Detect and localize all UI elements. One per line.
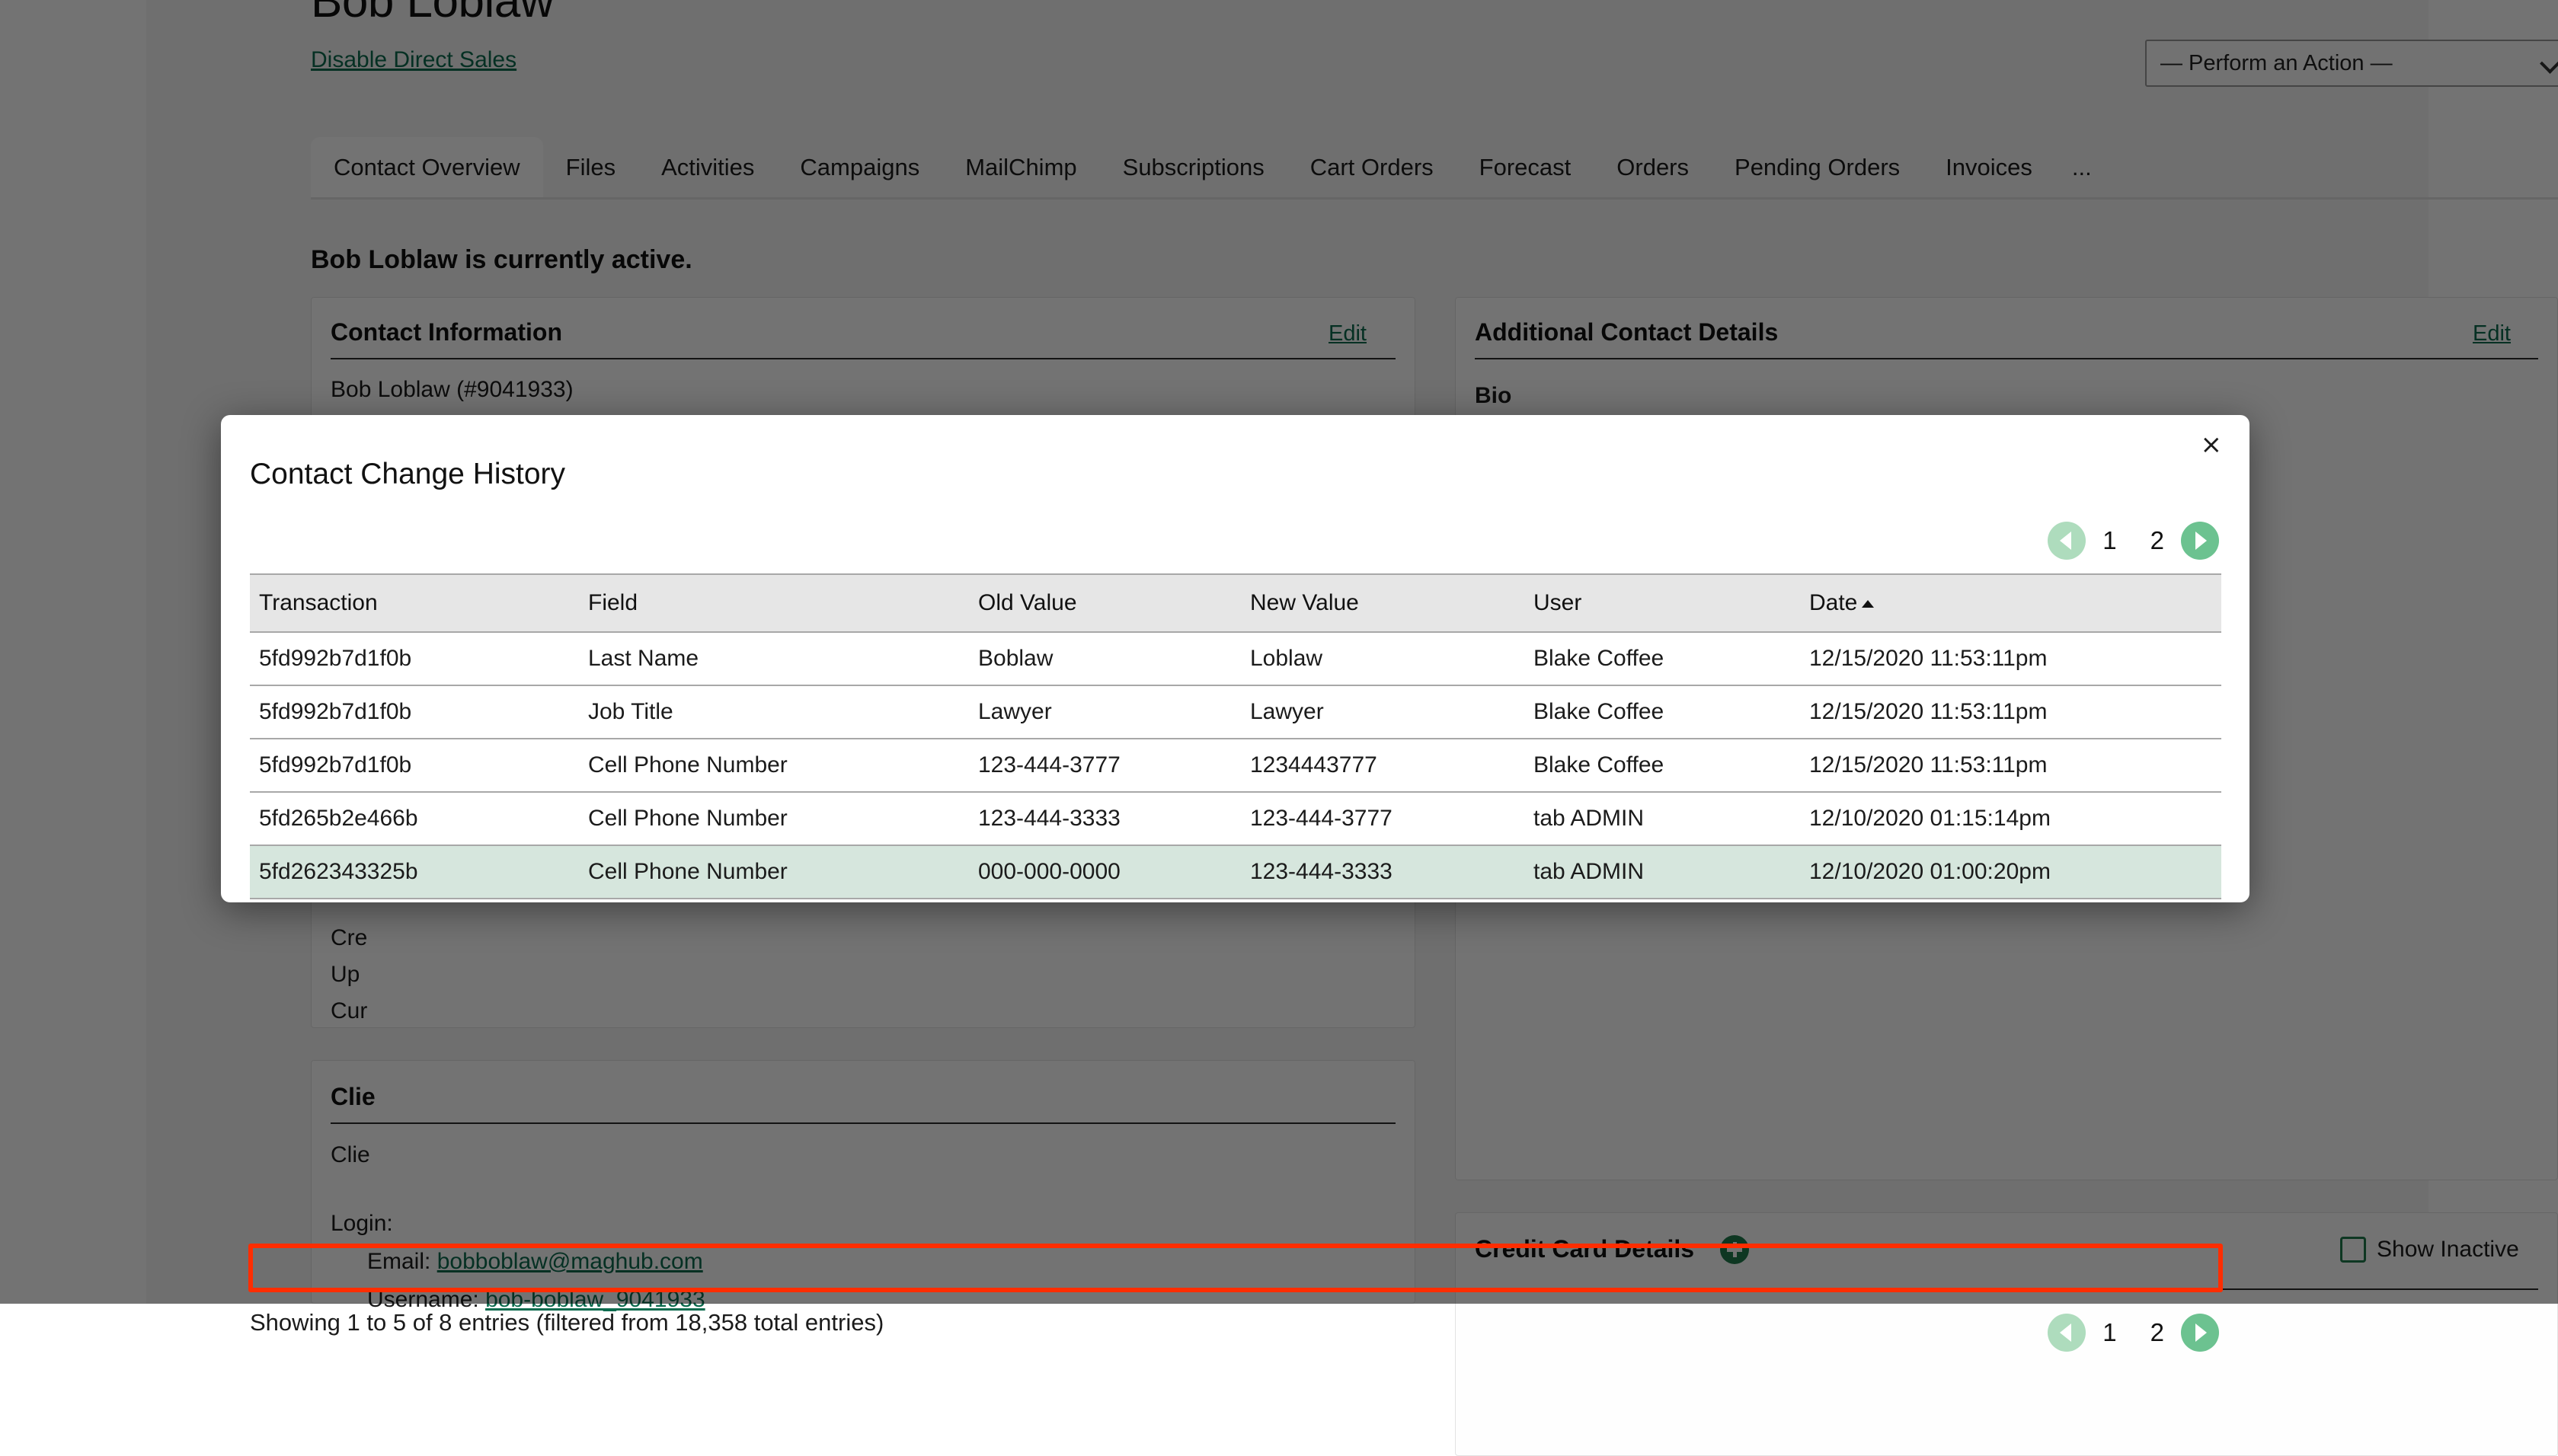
cell-new-value: 123-444-3333 <box>1241 845 1524 899</box>
cell-user: tab ADMIN <box>1524 792 1800 846</box>
cell-new-value: 1234443777 <box>1241 739 1524 793</box>
cell-field: Cell Phone Number <box>579 792 969 846</box>
page-button-2[interactable]: 2 <box>2134 526 2181 555</box>
column-header-date-label: Date <box>1809 590 1858 615</box>
cell-new-value: 123-444-3777 <box>1241 792 1524 846</box>
contact-change-history-modal: × Contact Change History 1 2 Transaction… <box>221 415 2249 1352</box>
column-header-new-value[interactable]: New Value <box>1241 573 1524 633</box>
cell-transaction: 5fd992b7d1f0b <box>250 685 579 739</box>
column-header-date[interactable]: Date <box>1800 573 2221 633</box>
cell-user: Blake Coffee <box>1524 739 1800 793</box>
page-button-1[interactable]: 1 <box>2086 1318 2133 1347</box>
cell-user: Blake Coffee <box>1524 685 1800 739</box>
cell-old-value: Lawyer <box>969 685 1241 739</box>
showing-entries-note: Showing 1 to 5 of 8 entries (filtered fr… <box>250 1309 884 1336</box>
chevron-right-icon[interactable] <box>2181 1314 2219 1352</box>
table-row[interactable]: 5fd992b7d1f0b Last Name Boblaw Loblaw Bl… <box>250 632 2221 686</box>
table-row[interactable]: 5fd265b2e466b Cell Phone Number 123-444-… <box>250 792 2221 846</box>
chevron-right-icon[interactable] <box>2181 522 2219 560</box>
cell-field: Cell Phone Number <box>579 739 969 793</box>
cell-date: 12/15/2020 11:53:11pm <box>1800 632 2221 686</box>
modal-title: Contact Change History <box>250 458 566 490</box>
cell-transaction: 5fd262343325b <box>250 845 579 899</box>
change-history-table: Transaction Field Old Value New Value Us… <box>250 573 2221 899</box>
column-header-old-value[interactable]: Old Value <box>969 573 1241 633</box>
cell-date: 12/10/2020 01:00:20pm <box>1800 845 2221 899</box>
chevron-left-icon[interactable] <box>2048 522 2086 560</box>
table-row[interactable]: 5fd992b7d1f0b Cell Phone Number 123-444-… <box>250 739 2221 793</box>
cell-new-value: Loblaw <box>1241 632 1524 686</box>
cell-transaction: 5fd992b7d1f0b <box>250 632 579 686</box>
column-header-transaction[interactable]: Transaction <box>250 573 579 633</box>
page-button-2[interactable]: 2 <box>2134 1318 2181 1347</box>
table-row[interactable]: 5fd992b7d1f0b Job Title Lawyer Lawyer Bl… <box>250 685 2221 739</box>
table-row-highlighted[interactable]: 5fd262343325b Cell Phone Number 000-000-… <box>250 845 2221 899</box>
cell-old-value: 123-444-3777 <box>969 739 1241 793</box>
cell-transaction: 5fd265b2e466b <box>250 792 579 846</box>
sort-ascending-icon <box>1862 600 1875 608</box>
cell-date: 12/15/2020 11:53:11pm <box>1800 685 2221 739</box>
column-header-field[interactable]: Field <box>579 573 969 633</box>
cell-old-value: Boblaw <box>969 632 1241 686</box>
cell-field: Cell Phone Number <box>579 845 969 899</box>
cell-old-value: 000-000-0000 <box>969 845 1241 899</box>
cell-transaction: 5fd992b7d1f0b <box>250 739 579 793</box>
cell-new-value: Lawyer <box>1241 685 1524 739</box>
cell-field: Job Title <box>579 685 969 739</box>
cell-field: Last Name <box>579 632 969 686</box>
cell-date: 12/15/2020 11:53:11pm <box>1800 739 2221 793</box>
cell-date: 12/10/2020 01:15:14pm <box>1800 792 2221 846</box>
chevron-left-icon[interactable] <box>2048 1314 2086 1352</box>
column-header-user[interactable]: User <box>1524 573 1800 633</box>
close-icon[interactable]: × <box>2201 432 2223 458</box>
cell-user: Blake Coffee <box>1524 632 1800 686</box>
cell-old-value: 123-444-3333 <box>969 792 1241 846</box>
table-header-row: Transaction Field Old Value New Value Us… <box>250 573 2221 633</box>
page-button-1[interactable]: 1 <box>2086 526 2133 555</box>
pagination-bottom: 1 2 <box>2048 1314 2219 1352</box>
pagination-top: 1 2 <box>2048 522 2219 560</box>
cell-user: tab ADMIN <box>1524 845 1800 899</box>
